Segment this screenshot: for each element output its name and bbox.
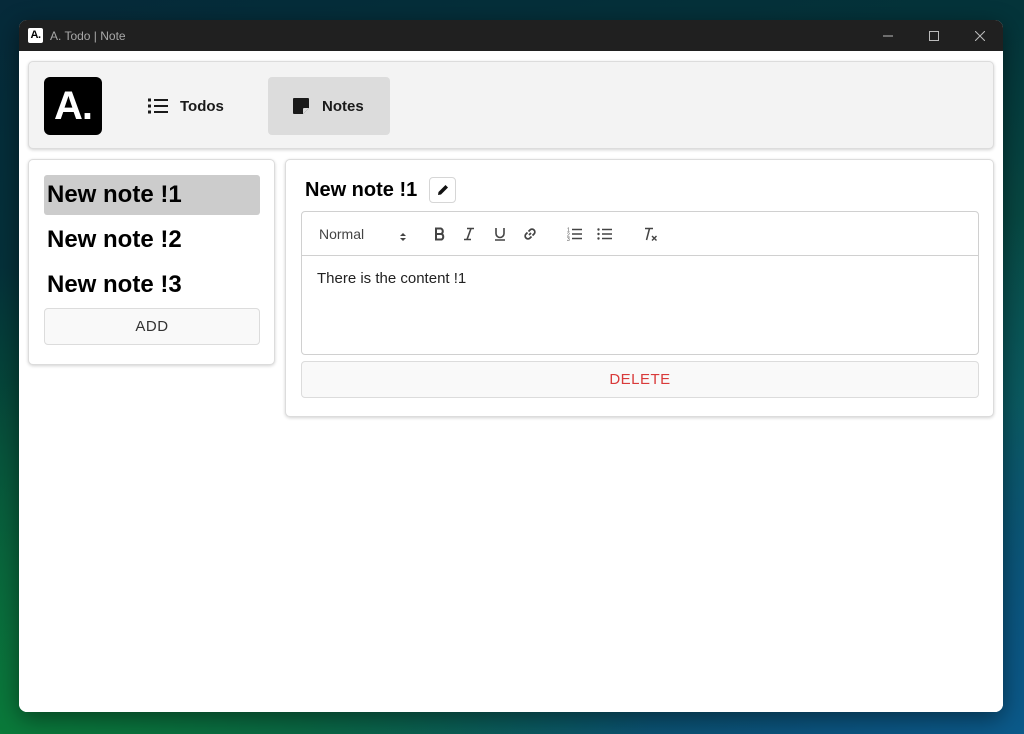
sticky-note-icon <box>292 97 310 115</box>
format-select[interactable]: Normal <box>319 223 407 245</box>
nav-notes-button[interactable]: Notes <box>268 77 390 135</box>
italic-button[interactable] <box>458 223 480 245</box>
nav-todos-label: Todos <box>180 97 224 115</box>
bold-icon <box>435 227 445 241</box>
navbar: A. Todos Notes <box>28 61 994 149</box>
edit-title-button[interactable] <box>429 177 456 203</box>
app-content: A. Todos Notes New note !1 New note !2 N… <box>19 51 1003 712</box>
bold-button[interactable] <box>429 223 451 245</box>
window-controls <box>865 20 1003 51</box>
underline-icon <box>495 228 505 241</box>
clear-format-button[interactable] <box>639 223 661 245</box>
pencil-icon <box>437 185 448 195</box>
note-list-item[interactable]: New note !3 <box>44 265 260 305</box>
link-button[interactable] <box>519 223 541 245</box>
add-note-button[interactable]: ADD <box>44 308 260 345</box>
close-button[interactable] <box>957 20 1003 51</box>
note-list-item[interactable]: New note !1 <box>44 175 260 215</box>
select-arrows-icon <box>399 227 407 249</box>
note-editor-panel: New note !1 Normal 1 2 3 There is the co… <box>285 159 994 417</box>
app-window: A. A. Todo | Note A. Todos Notes New not… <box>19 20 1003 712</box>
close-icon <box>975 30 985 41</box>
maximize-button[interactable] <box>911 20 957 51</box>
format-select-value: Normal <box>319 226 365 242</box>
brand-logo[interactable]: A. <box>44 77 102 135</box>
svg-text:3: 3 <box>567 237 570 241</box>
delete-note-button[interactable]: DELETE <box>301 361 979 398</box>
editor-content[interactable]: There is the content !1 <box>302 256 978 301</box>
note-list-item[interactable]: New note !2 <box>44 220 260 260</box>
window-title: A. Todo | Note <box>50 28 126 43</box>
list-icon <box>148 98 168 114</box>
maximize-icon <box>929 30 939 41</box>
notes-list-panel: New note !1 New note !2 New note !3 ADD <box>28 159 275 365</box>
clear-format-icon <box>645 227 657 241</box>
app-logo-icon: A. <box>28 28 43 43</box>
bullet-list-button[interactable] <box>594 223 616 245</box>
link-icon <box>524 228 536 240</box>
bullet-list-icon <box>597 228 612 240</box>
title-bar[interactable]: A. A. Todo | Note <box>19 20 1003 51</box>
ordered-list-button[interactable]: 1 2 3 <box>564 223 586 245</box>
underline-button[interactable] <box>489 223 511 245</box>
ordered-list-icon: 1 2 3 <box>567 228 582 241</box>
rich-text-editor: Normal 1 2 3 There is the content !1 <box>301 211 979 355</box>
minimize-icon <box>883 35 893 36</box>
italic-icon <box>464 227 474 241</box>
nav-notes-label: Notes <box>322 97 364 115</box>
minimize-button[interactable] <box>865 20 911 51</box>
editor-toolbar: Normal 1 2 3 <box>302 212 978 256</box>
nav-todos-button[interactable]: Todos <box>124 77 246 135</box>
note-title: New note !1 <box>305 179 418 201</box>
